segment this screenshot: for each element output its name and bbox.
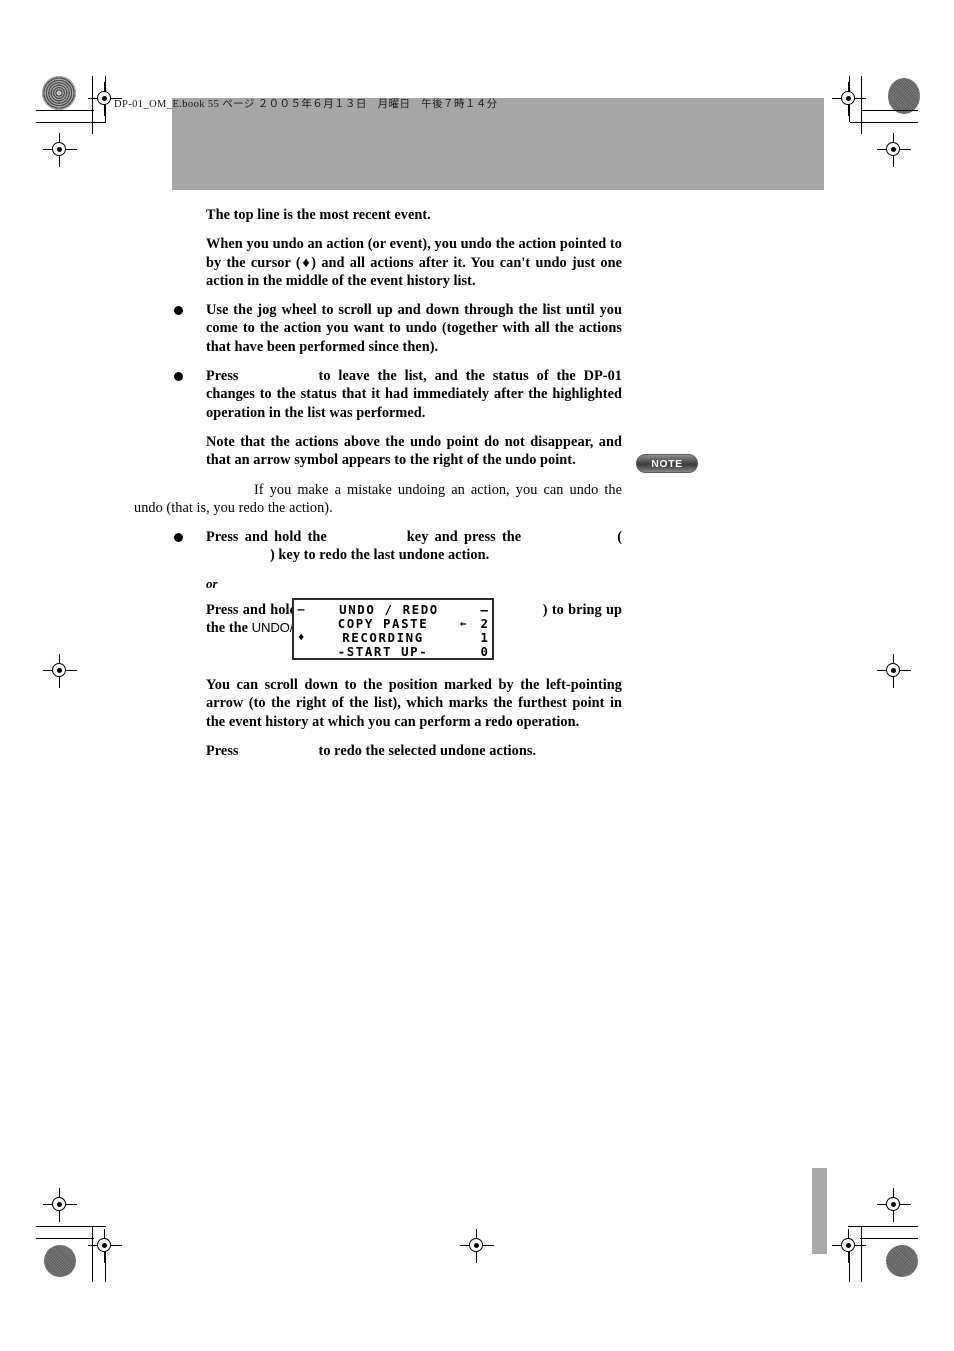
lcd-line1-right-dash: – xyxy=(480,601,488,617)
page-content: The top line is the most recent event. W… xyxy=(134,206,622,648)
crop-rule-bottom-right-h2 xyxy=(860,1238,918,1240)
bullet-press-key-text: Press to leave the list, and the status o… xyxy=(206,367,622,422)
note-badge-label: NOTE xyxy=(651,457,683,470)
bullet-jog-wheel-text: Use the jog wheel to scroll up and down … xyxy=(206,302,622,355)
header-gray-band xyxy=(172,98,824,190)
lcd-screen-undo-redo: – UNDO / REDO – COPY PASTE ← 2 ♦ RECORDI… xyxy=(292,598,494,660)
list-item: Use the jog wheel to scroll up and down … xyxy=(172,301,622,356)
press-rest: to leave the list, and the status of the… xyxy=(206,368,622,421)
paragraph-top-line: The top line is the most recent event. xyxy=(206,207,431,223)
halftone-circle-bottom-right xyxy=(886,1245,918,1277)
lcd-line4-index: 0 xyxy=(480,643,488,659)
paragraph-undo-explanation: When you undo an action (or event), you … xyxy=(206,236,622,289)
redo-key-and-press: key and press the xyxy=(406,529,522,546)
page-content-lower: You can scroll down to the position mark… xyxy=(172,676,622,771)
redo-open-paren: ( xyxy=(617,529,622,546)
redo-press-hold: Press and hold the xyxy=(206,529,327,546)
lcd-line4-text: -START UP- xyxy=(337,643,429,659)
crop-rule-bottom-left-h1 xyxy=(36,1226,106,1228)
press-word: Press xyxy=(206,368,239,385)
lcd-line1-left-dash: – xyxy=(297,602,307,616)
press-redo-rest: to redo the selected undone actions. xyxy=(318,742,537,759)
registration-mark-right-upper xyxy=(877,133,911,167)
press-redo-word: Press xyxy=(206,742,239,759)
halftone-circle-bottom-left xyxy=(44,1245,76,1277)
paragraph-note-redo-intro: If you make a mistake undoing an action,… xyxy=(134,481,622,518)
bullet-icon xyxy=(174,533,183,543)
list-item: Press and hold the key and press the ( ) ke… xyxy=(172,528,622,565)
note-body-text: If you make a mistake undoing an action,… xyxy=(134,481,622,516)
registration-mark-bottom-right-corner xyxy=(832,1229,866,1263)
lcd-row-start-up: -START UP- 0 xyxy=(296,643,488,659)
list-item: Press to leave the list, and the status o… xyxy=(172,367,622,422)
registration-mark-left-middle xyxy=(43,654,77,688)
registration-mark-bottom-center xyxy=(460,1229,494,1263)
crop-rule-top-left-h2 xyxy=(36,122,106,124)
lcd-line2-text: COPY PASTE xyxy=(337,615,429,631)
paragraph-arrow-symbol-note: Note that the actions above the undo poi… xyxy=(206,433,622,469)
crop-rule-top-right-h1 xyxy=(862,110,918,112)
paragraph-scroll-down: You can scroll down to the position mark… xyxy=(206,677,622,730)
crop-rule-bottom-left-h2 xyxy=(36,1238,94,1240)
lcd-line1-text: UNDO / REDO xyxy=(339,601,439,617)
registration-mark-left-lower xyxy=(43,1188,77,1222)
redo-tail: ) key to redo the last undone action. xyxy=(270,547,490,564)
registration-mark-left-upper xyxy=(43,133,77,167)
crop-rule-bottom-right-h1 xyxy=(848,1226,918,1228)
book-header-line: DP-01_OM_E.book 55 ページ ２００５年６月１３日 月曜日 午後… xyxy=(114,99,498,110)
note-badge: NOTE xyxy=(636,454,698,473)
bullet-icon xyxy=(174,372,183,382)
lcd-row-recording: ♦ RECORDING 1 xyxy=(296,629,488,645)
or-separator: or xyxy=(206,575,218,591)
lcd-cursor-icon: ♦ xyxy=(297,630,307,644)
lcd-line2-index: 2 xyxy=(480,615,488,631)
lcd-line3-text: RECORDING xyxy=(342,629,424,645)
paragraph-press-redo: Press to redo the selected undone actions… xyxy=(206,742,622,760)
registration-mark-right-middle xyxy=(877,654,911,688)
registration-mark-bottom-left-corner xyxy=(88,1229,122,1263)
bullet-icon xyxy=(174,306,183,316)
halftone-circle-top-right xyxy=(888,78,920,114)
lcd-redo-limit-arrow-icon: ← xyxy=(459,616,469,630)
halftone-circle-top-left xyxy=(42,76,76,110)
registration-mark-right-lower xyxy=(877,1188,911,1222)
registration-mark-top-right-corner xyxy=(832,82,866,116)
lcd-row-copy-paste: COPY PASTE ← 2 xyxy=(296,615,488,631)
bullet-redo-shortcut-text: Press and hold the key and press the ( ) ke… xyxy=(206,528,622,565)
lcd-row-title: – UNDO / REDO – xyxy=(296,601,488,617)
page-tab-marker xyxy=(812,1168,827,1254)
crop-rule-top-left-h1 xyxy=(36,110,94,112)
lcd-line3-index: 1 xyxy=(480,629,488,645)
